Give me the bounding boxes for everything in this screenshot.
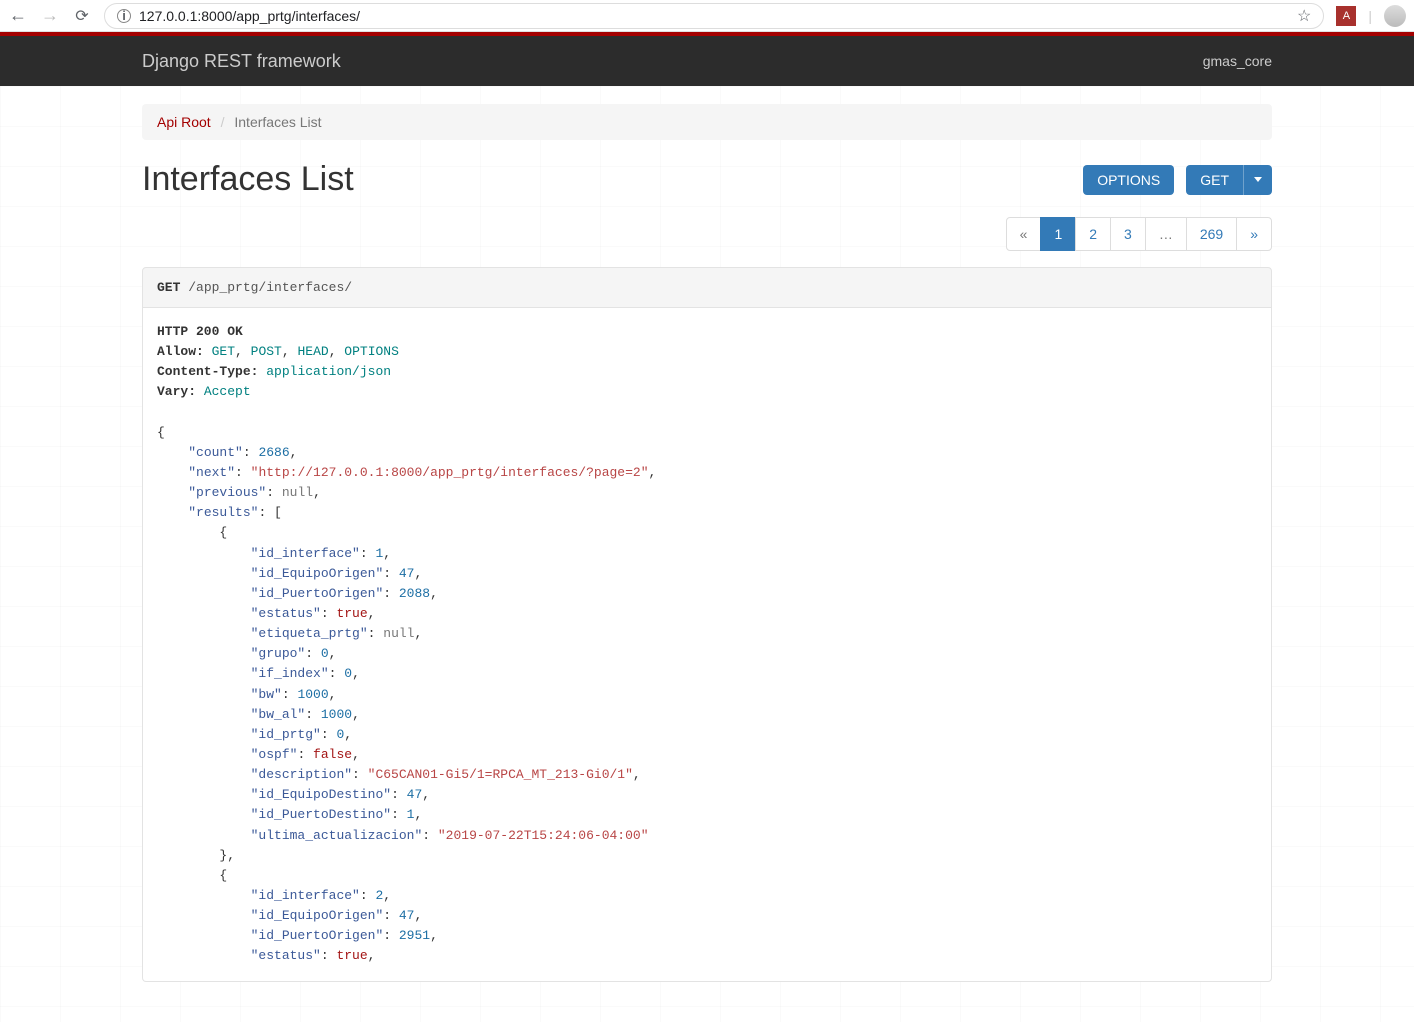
forward-button[interactable]: →: [40, 5, 60, 26]
breadcrumb-root[interactable]: Api Root: [157, 114, 211, 130]
options-button[interactable]: OPTIONS: [1083, 165, 1174, 195]
page-header: Interfaces List OPTIONS GET: [142, 160, 1272, 199]
pagination-wrap: «123…269»: [142, 217, 1272, 251]
url-text: 127.0.0.1:8000/app_prtg/interfaces/: [139, 8, 1289, 24]
brand-link[interactable]: Django REST framework: [142, 51, 341, 72]
request-method: GET: [157, 280, 180, 295]
browser-toolbar: ← → ⟳ i 127.0.0.1:8000/app_prtg/interfac…: [0, 0, 1414, 32]
site-info-icon[interactable]: i: [117, 9, 131, 23]
caret-down-icon: [1254, 177, 1262, 182]
address-bar[interactable]: i 127.0.0.1:8000/app_prtg/interfaces/ ☆: [104, 3, 1324, 29]
main-container: Api Root / Interfaces List Interfaces Li…: [142, 86, 1272, 982]
breadcrumb-current: Interfaces List: [234, 114, 321, 130]
page-title: Interfaces List: [142, 160, 354, 199]
navbar: Django REST framework gmas_core: [0, 36, 1414, 86]
page-2[interactable]: 2: [1075, 217, 1111, 251]
pagination: «123…269»: [1007, 217, 1272, 251]
breadcrumb: Api Root / Interfaces List: [142, 104, 1272, 140]
request-path: /app_prtg/interfaces/: [188, 280, 352, 295]
page-next[interactable]: »: [1236, 217, 1272, 251]
request-info: GET /app_prtg/interfaces/: [142, 267, 1272, 308]
page-269[interactable]: 269: [1186, 217, 1237, 251]
response-body: HTTP 200 OK Allow: GET, POST, HEAD, OPTI…: [142, 308, 1272, 982]
back-button[interactable]: ←: [8, 5, 28, 26]
get-button-group: GET: [1186, 165, 1272, 195]
get-dropdown-toggle[interactable]: [1243, 165, 1272, 195]
reload-button[interactable]: ⟳: [72, 6, 92, 26]
toolbar-divider: |: [1368, 8, 1372, 24]
pdf-extension-icon[interactable]: A: [1336, 6, 1356, 26]
profile-avatar[interactable]: [1384, 5, 1406, 27]
get-button[interactable]: GET: [1186, 165, 1243, 195]
page-prev: «: [1006, 217, 1042, 251]
page-3[interactable]: 3: [1110, 217, 1146, 251]
breadcrumb-separator: /: [215, 114, 231, 130]
page-ellipsis: …: [1145, 217, 1187, 251]
page-1[interactable]: 1: [1040, 217, 1076, 251]
content-type-buttons: OPTIONS GET: [1083, 165, 1272, 195]
bookmark-star-icon[interactable]: ☆: [1297, 6, 1311, 26]
navbar-user[interactable]: gmas_core: [1203, 53, 1272, 69]
